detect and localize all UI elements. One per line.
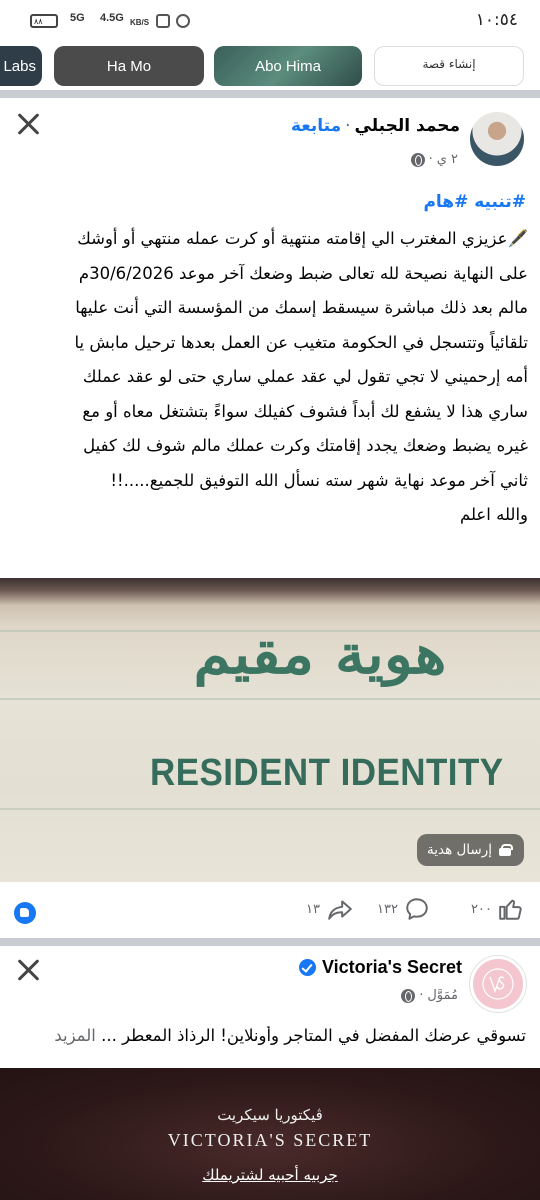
story-label: Ha Mo xyxy=(106,57,152,75)
see-more-link[interactable]: المزيد xyxy=(54,1026,96,1045)
send-gift-label: إرسال هدية xyxy=(427,842,492,858)
ad-text: تسوقي عرضك المفضل في المتاجر وأونلاين! ا… xyxy=(14,1026,526,1045)
post-text-line: أمه إرحميني لا تجي تقول لي عقد عملي ساري… xyxy=(82,367,528,386)
notification-icon xyxy=(176,14,190,28)
post-text-line: على النهاية نصيحة لله تعالى ضبط وضعك آخر… xyxy=(78,263,528,283)
story-card[interactable]: Labs xyxy=(0,46,42,86)
status-bar: ٨٨ 5G 4.5G KB/S ١٠:٥٤ xyxy=(0,0,540,40)
story-card[interactable]: Abo Hima xyxy=(214,46,362,86)
thumbs-up-icon xyxy=(499,899,522,920)
battery-icon: ٨٨ xyxy=(30,14,58,28)
app-notification-icon xyxy=(156,14,170,28)
create-story-card[interactable]: إنشاء قصة xyxy=(374,46,524,86)
post-text-line: 🖋️عزيزي المغترب الي إقامته منتهية أو كرت… xyxy=(77,229,528,248)
globe-icon xyxy=(401,988,416,1003)
comment-icon xyxy=(406,898,428,920)
image-english-title: RESIDENT IDENTITY xyxy=(150,752,504,794)
post-text-line: ثاني آخر موعد نهاية شهر سته نسأل الله ال… xyxy=(110,470,528,490)
post-meta: ٢ ي · xyxy=(410,152,458,167)
network-label-4g: 4.5G xyxy=(100,12,124,24)
post-text-line: والله اعلم xyxy=(459,505,528,524)
verified-badge-icon xyxy=(298,959,316,976)
reactions-count: ٢٠٠ xyxy=(471,901,492,917)
story-label: Abo Hima xyxy=(255,57,321,75)
ad-meta: مُمَوَّل · xyxy=(401,988,458,1003)
story-card[interactable]: Ha Mo xyxy=(54,46,204,86)
separator-dot: · xyxy=(419,988,424,1003)
banner-arabic-brand: ڤيكتوريا سيكريت xyxy=(217,1106,323,1124)
post-body: 🖋️عزيزي المغترب الي إقامته منتهية أو كرت… xyxy=(14,222,528,533)
vs-monogram-icon xyxy=(482,968,514,1000)
post-text-line: ساري هذا لا يشفع لك أبداً فشوف كفيلك سوا… xyxy=(82,401,528,421)
clock: ١٠:٥٤ xyxy=(475,10,518,30)
shares-count: ١٣ xyxy=(306,901,320,917)
sponsored-label[interactable]: مُمَوَّل xyxy=(427,988,458,1003)
brand-name[interactable]: Victoria's Secret xyxy=(322,957,462,978)
divider xyxy=(0,90,540,98)
divider xyxy=(0,938,540,946)
battery-level: ٨٨ xyxy=(34,17,43,26)
story-label: Labs xyxy=(3,57,36,75)
close-icon[interactable] xyxy=(14,956,42,984)
globe-icon xyxy=(410,152,425,167)
post-text-line: غيره يضبط وضعك يجدد إقامتك وكرت عملك مال… xyxy=(83,436,528,455)
brand-logo[interactable] xyxy=(470,956,526,1012)
network-speed: KB/S xyxy=(130,18,150,27)
author-line: محمد الجبلي·متابعة xyxy=(291,116,460,136)
post-text-line: تلقائياً وتتسجل في الحكومة متغيب عن العم… xyxy=(74,332,528,352)
banner-english-brand: VICTORIA'S SECRET xyxy=(167,1130,373,1150)
comments-count: ١٣٢ xyxy=(377,901,398,917)
banner-tagline: جربيه أحبيه لشتريملك xyxy=(202,1166,338,1184)
share-button[interactable]: ١٣ xyxy=(306,896,354,922)
author-name[interactable]: محمد الجبلي xyxy=(355,116,460,136)
create-story-label: إنشاء قصة xyxy=(422,57,476,71)
like-button[interactable]: ٢٠٠ xyxy=(471,896,524,922)
post-time[interactable]: ٢ ي xyxy=(437,152,458,167)
follow-button[interactable]: متابعة xyxy=(291,116,341,136)
post-hashtags[interactable]: #تنبيه #هام xyxy=(423,192,526,212)
image-texture xyxy=(0,698,540,700)
share-icon xyxy=(328,900,352,920)
author-avatar[interactable] xyxy=(470,112,524,166)
network-label-5g: 5G xyxy=(70,12,85,24)
ad-body: تسوقي عرضك المفضل في المتاجر وأونلاين! ا… xyxy=(95,1026,526,1045)
separator-dot: · xyxy=(428,152,433,167)
post-actions: ٢٠٠ ١٣٢ ١٣ xyxy=(0,890,540,934)
close-icon[interactable] xyxy=(14,110,42,138)
stories-row: Labs Ha Mo Abo Hima إنشاء قصة xyxy=(0,40,540,90)
gift-icon xyxy=(498,843,513,857)
post-text-line: مالم بعد ذلك مباشرة سيسقط إسمك من المؤسس… xyxy=(75,298,528,317)
brand-name-line: Victoria's Secret xyxy=(298,957,462,978)
comment-button[interactable]: ١٣٢ xyxy=(377,896,430,922)
image-texture xyxy=(0,808,540,810)
send-gift-button[interactable]: إرسال هدية xyxy=(417,834,524,866)
image-arabic-title: هوية مقيم xyxy=(193,623,447,687)
separator-dot: · xyxy=(345,116,351,136)
